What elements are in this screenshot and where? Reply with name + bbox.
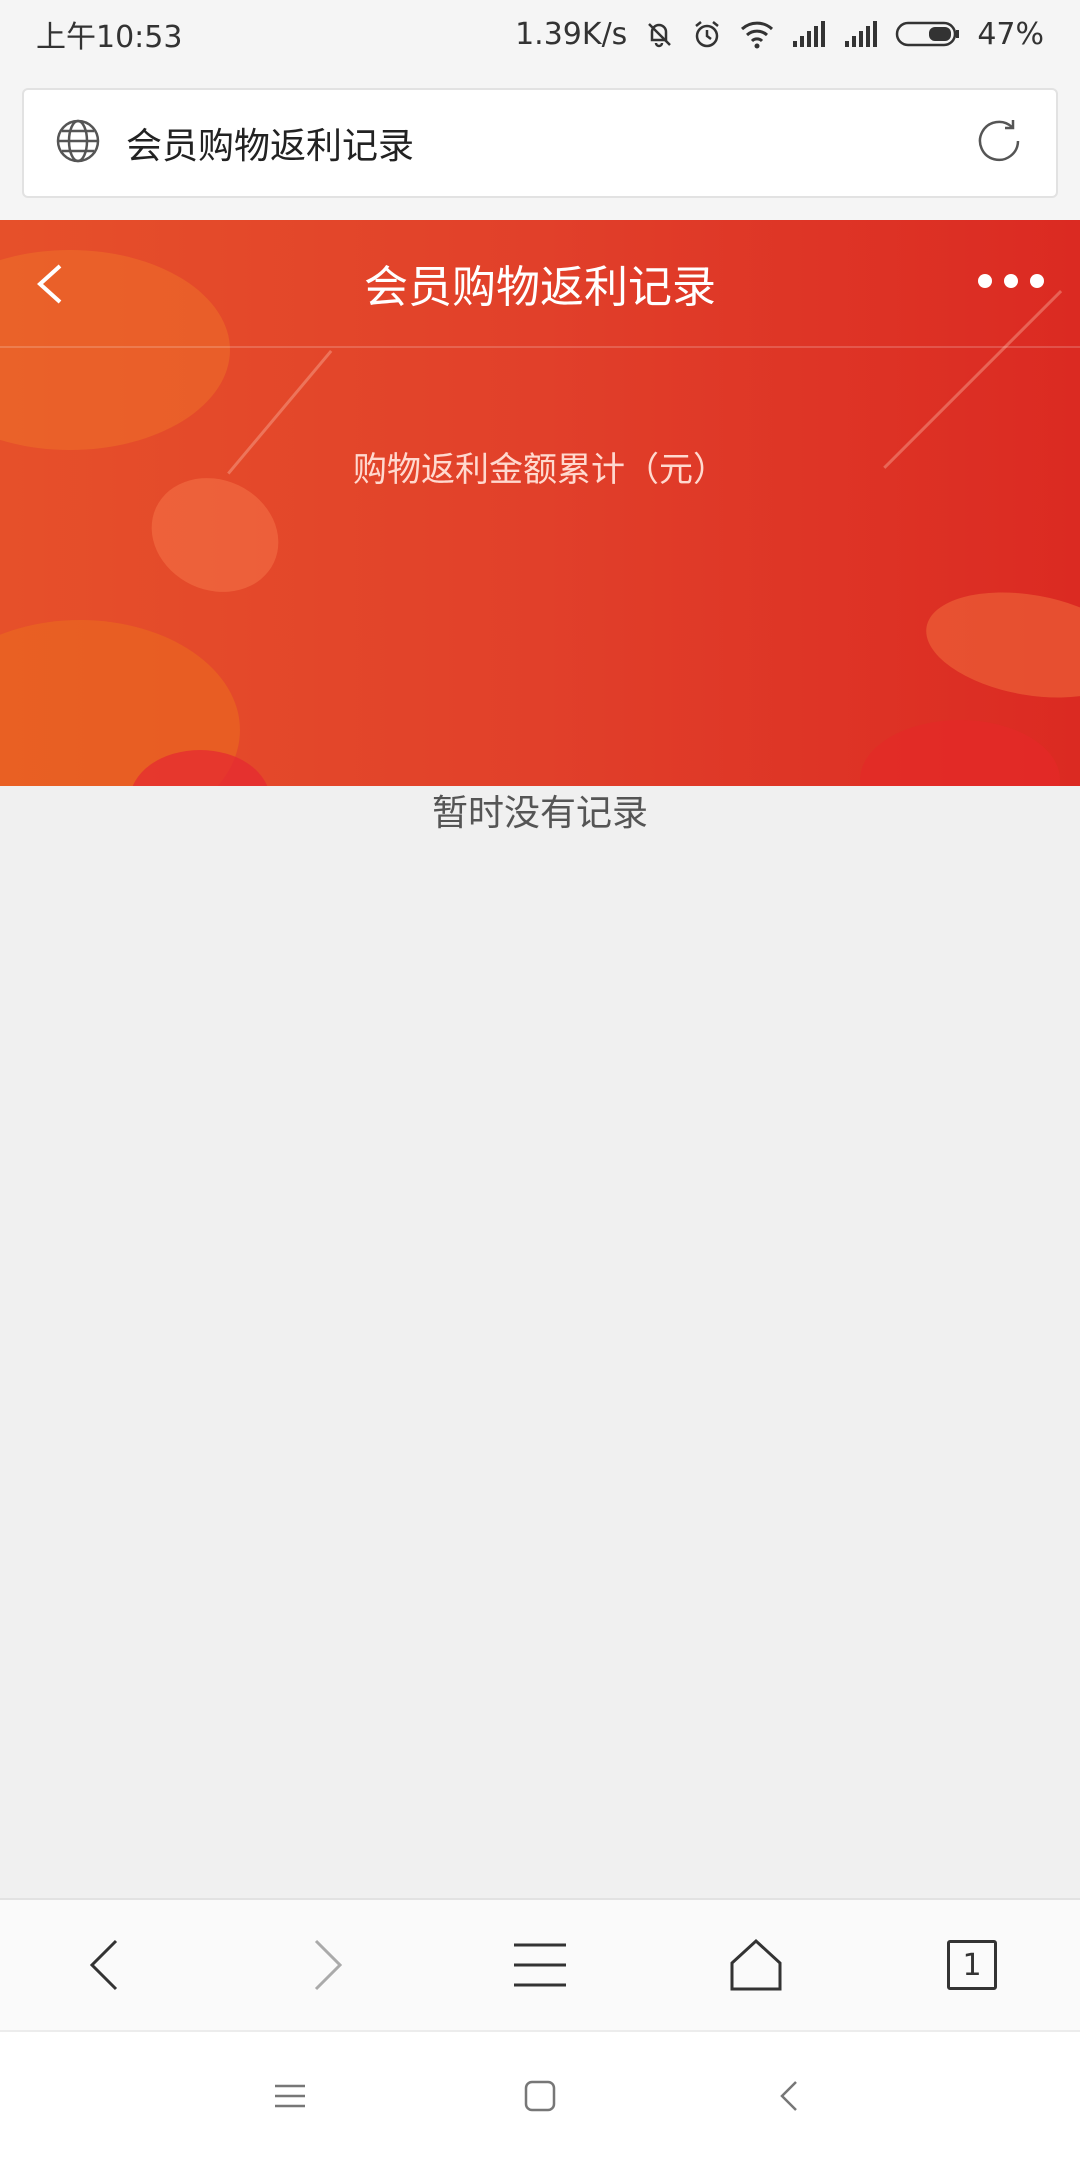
page-nav-bar: 会员购物返利记录 — [0, 220, 1080, 348]
status-time: 上午10:53 — [36, 20, 183, 55]
status-bar: 上午10:53 1.39K/s 47% — [0, 0, 1080, 68]
alarm-icon — [691, 18, 723, 50]
page-title: 会员购物返利记录 — [364, 262, 716, 313]
signal-icon — [843, 19, 879, 49]
summary-header: 会员购物返利记录 购物返利金额累计（元） — [0, 220, 1080, 786]
home-icon — [730, 1938, 782, 1991]
rebate-total-label: 购物返利金额累计（元） — [353, 450, 727, 490]
empty-state-text: 暂时没有记录 — [431, 793, 648, 834]
menu-icon — [514, 1943, 566, 1987]
tabs-button[interactable]: 1 — [927, 1920, 1017, 2010]
menu-button[interactable] — [495, 1920, 585, 2010]
tab-count: 1 — [947, 1940, 997, 1990]
screen: 上午10:53 1.39K/s 47% 会员购物返利记录 会员购物返利记录 购物… — [0, 0, 1080, 2160]
home-icon — [524, 2080, 556, 2112]
battery-icon — [895, 20, 961, 48]
globe-icon — [54, 117, 102, 169]
battery-level: 47% — [977, 16, 1044, 52]
address-bar[interactable]: 会员购物返利记录 — [22, 88, 1058, 198]
reload-icon[interactable] — [972, 114, 1026, 172]
back-icon[interactable] — [22, 254, 82, 314]
forward-button[interactable] — [279, 1920, 369, 2010]
back-button[interactable] — [63, 1920, 153, 2010]
home-button[interactable] — [711, 1920, 801, 2010]
browser-toolbar: 1 — [0, 1898, 1080, 2030]
mute-icon — [643, 18, 675, 50]
back-icon — [89, 1939, 118, 1991]
signal-icon — [791, 19, 827, 49]
more-icon[interactable] — [978, 274, 1044, 288]
network-speed: 1.39K/s — [515, 16, 628, 52]
wifi-icon — [739, 19, 775, 49]
system-nav-bar — [0, 2030, 1080, 2160]
recents-button[interactable] — [260, 2066, 320, 2126]
decor-shape — [860, 720, 1060, 786]
browser-address-area: 会员购物返利记录 — [0, 68, 1080, 220]
decor-shape — [917, 577, 1080, 713]
forward-icon — [314, 1939, 343, 1991]
back-icon — [780, 2081, 797, 2111]
system-home-button[interactable] — [510, 2066, 570, 2126]
system-back-button[interactable] — [760, 2066, 820, 2126]
status-right: 1.39K/s 47% — [515, 17, 1044, 52]
address-page-title: 会员购物返利记录 — [126, 126, 415, 167]
recents-icon — [275, 2084, 305, 2108]
